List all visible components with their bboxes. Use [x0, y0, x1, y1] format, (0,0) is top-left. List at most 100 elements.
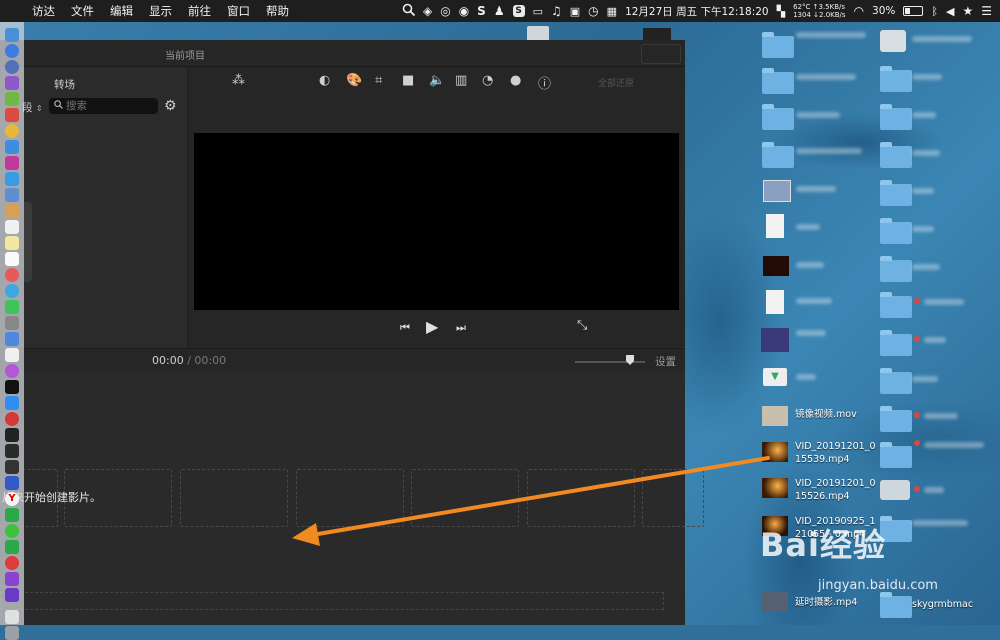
folder-icon[interactable] [762, 104, 794, 130]
fox-icon[interactable]: ◈ [423, 4, 432, 18]
menu-view[interactable]: 显示 [149, 3, 172, 19]
folder-icon[interactable] [880, 406, 912, 432]
music-note-icon[interactable]: ♫ [551, 4, 562, 18]
skip-back-icon[interactable]: ⏮ [400, 321, 410, 335]
skip-forward-icon[interactable]: ⏭ [456, 321, 466, 335]
notes-icon[interactable] [5, 236, 19, 250]
menu-finder[interactable]: 访达 [32, 3, 55, 19]
search-input[interactable] [66, 98, 154, 114]
app-icon[interactable] [5, 572, 19, 586]
calendar-icon[interactable]: ▦ [607, 5, 617, 18]
camera-app-icon[interactable] [880, 480, 910, 500]
stabilization-camera-icon[interactable]: ■ [402, 73, 414, 88]
calendar-icon[interactable] [5, 220, 19, 234]
menu-help[interactable]: 帮助 [266, 3, 289, 19]
zoom-slider-knob[interactable] [626, 355, 634, 365]
s-app-icon[interactable]: S [477, 4, 486, 18]
vivaldi-icon[interactable] [5, 412, 19, 426]
info-icon[interactable]: ⓘ [538, 73, 551, 92]
menu-go[interactable]: 前往 [188, 3, 211, 19]
app-icon[interactable] [5, 284, 19, 298]
app-icon[interactable] [5, 316, 19, 330]
imovie-star-icon[interactable] [5, 588, 19, 602]
monitor-icon[interactable]: ▭ [533, 5, 543, 18]
app-icon[interactable] [5, 76, 19, 90]
app-icon[interactable] [5, 92, 19, 106]
folder-icon[interactable] [880, 218, 912, 244]
folder-icon[interactable] [880, 256, 912, 282]
folder-icon[interactable] [880, 368, 912, 394]
yandex-icon[interactable]: Y [5, 492, 19, 506]
app-icon[interactable] [5, 348, 19, 362]
bluetooth-icon[interactable]: ᛒ [931, 5, 938, 18]
appletv-icon[interactable] [5, 380, 19, 394]
safari-compass-icon[interactable] [5, 60, 19, 74]
datetime[interactable]: 12月27日 周五 下午12:18:20 [625, 4, 769, 19]
podcasts-icon[interactable] [5, 364, 19, 378]
qq-penguin-icon[interactable]: ♟ [494, 4, 505, 18]
play-icon[interactable]: ▶ [426, 317, 438, 336]
magic-wand-icon[interactable]: ⁂ [232, 73, 245, 88]
color-balance-icon[interactable]: ◐ [319, 73, 330, 88]
app-icon[interactable] [5, 204, 19, 218]
settings-button[interactable]: 设置 [655, 354, 676, 369]
menu-edit[interactable]: 编辑 [110, 3, 133, 19]
star-icon[interactable]: ★ [962, 4, 973, 18]
folder-icon[interactable] [762, 142, 794, 168]
gear-icon[interactable]: ⚙ [164, 98, 177, 114]
app-icon[interactable] [5, 140, 19, 154]
file-thumbnail[interactable] [763, 256, 789, 276]
folder-icon[interactable] [880, 142, 912, 168]
wifi-icon[interactable]: ◠ [854, 4, 864, 18]
app-icon[interactable] [5, 556, 19, 570]
equalizer-icon[interactable]: ▥ [455, 73, 467, 88]
menu-window[interactable]: 窗口 [227, 3, 250, 19]
app-status-icon[interactable]: ◉ [459, 4, 469, 18]
photos-icon[interactable] [5, 268, 19, 282]
search-icon[interactable] [402, 3, 416, 19]
volume-icon[interactable]: ◀ [946, 5, 954, 18]
wechat-icon[interactable] [5, 524, 19, 538]
toolbar-button[interactable] [641, 44, 681, 64]
frame-icon[interactable]: ▣ [570, 5, 580, 18]
finder-icon[interactable] [5, 28, 19, 42]
terminal-icon[interactable] [5, 428, 19, 442]
app-icon[interactable] [5, 156, 19, 170]
folder-icon[interactable] [880, 330, 912, 356]
menu-list-icon[interactable]: ☰ [981, 4, 992, 18]
app-icon[interactable] [5, 540, 19, 554]
document-icon[interactable] [766, 214, 784, 238]
folder-icon[interactable] [762, 68, 794, 94]
video-thumbnail[interactable] [762, 442, 788, 462]
folder-icon[interactable] [880, 180, 912, 206]
folder-icon[interactable] [880, 104, 912, 130]
grid-icon[interactable]: ▚ [777, 5, 785, 18]
s-box-icon[interactable]: S [512, 5, 525, 17]
search-field[interactable] [49, 98, 158, 114]
app-icon[interactable] [5, 460, 19, 474]
file-thumbnail[interactable] [761, 328, 789, 352]
app-icon[interactable] [5, 188, 19, 202]
folder-icon[interactable] [880, 442, 912, 468]
document-icon[interactable] [5, 610, 19, 624]
disk-image-icon[interactable]: ▼ [763, 368, 787, 386]
fullscreen-icon[interactable]: ⤡ [577, 318, 587, 333]
app-icon[interactable] [5, 172, 19, 186]
menu-file[interactable]: 文件 [71, 3, 94, 19]
app-icon[interactable] [5, 508, 19, 522]
folder-icon[interactable] [762, 32, 794, 58]
tab-transitions[interactable]: 转场 [54, 77, 75, 92]
document-icon[interactable] [766, 290, 784, 314]
timeline-area[interactable]: 片来开始创建影片。 [0, 371, 704, 625]
crop-icon[interactable]: ⌗ [375, 73, 382, 88]
activity-monitor-icon[interactable] [5, 444, 19, 458]
server-drive-icon[interactable] [880, 30, 906, 52]
folder-icon[interactable] [880, 66, 912, 92]
messages-icon[interactable] [5, 300, 19, 314]
app-icon[interactable] [5, 476, 19, 490]
appstore-icon[interactable] [5, 396, 19, 410]
video-thumbnail[interactable] [762, 406, 788, 426]
volume-icon[interactable]: 🔈 [429, 73, 445, 88]
sync-icon[interactable]: ◎ [440, 4, 450, 18]
battery-icon[interactable] [903, 6, 924, 16]
